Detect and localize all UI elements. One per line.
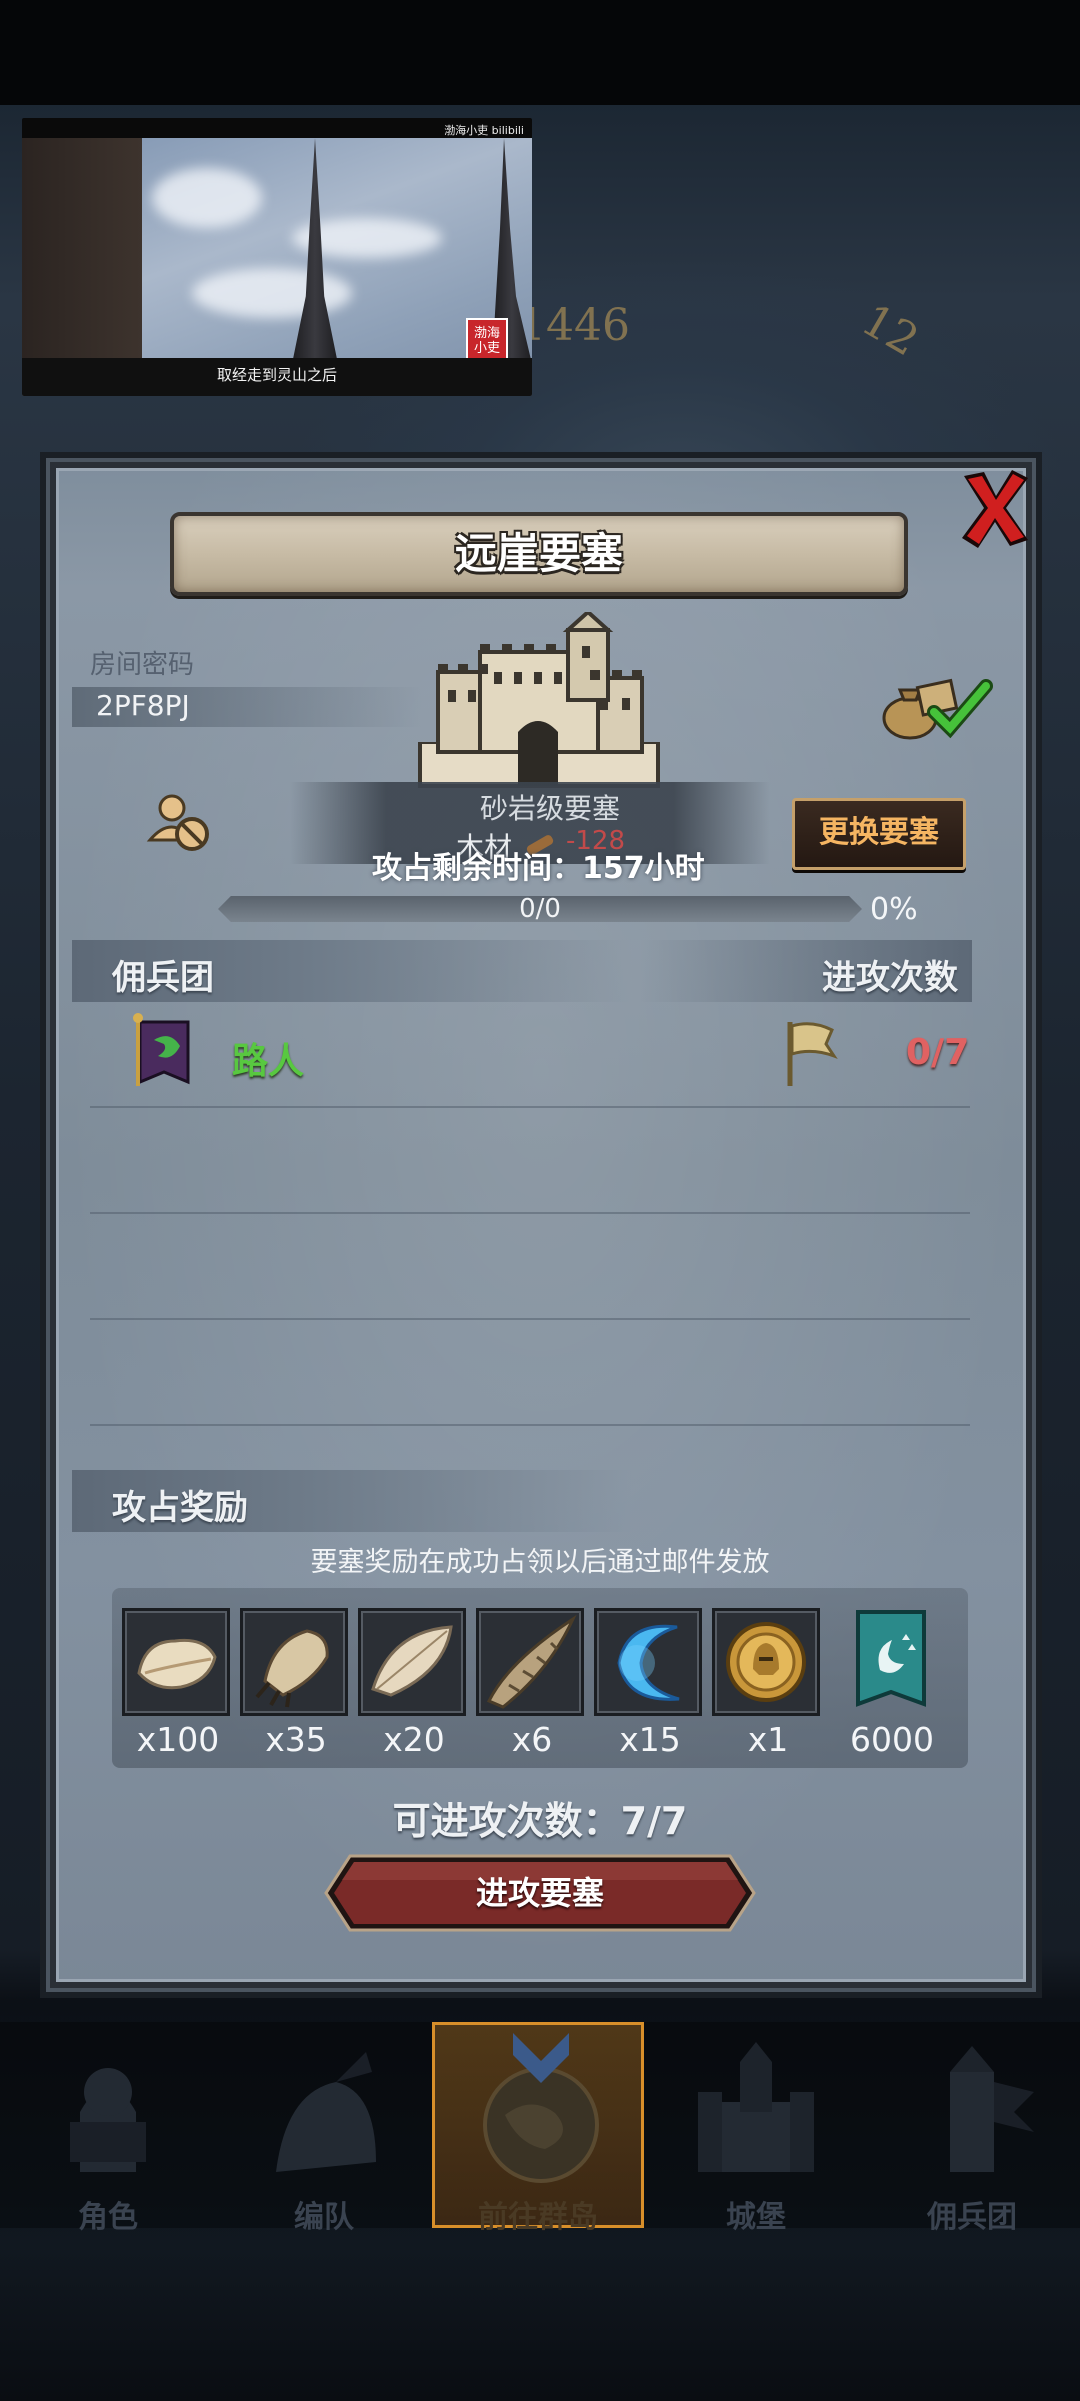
dialog-title: 远崖要塞 [454,529,623,578]
tower-banner-icon [950,2046,1034,2172]
nav-islands-label: 前往群岛 [478,2200,598,2235]
clock-year-text: 1446 [518,300,630,351]
room-password-value[interactable]: 2PF8PJ [96,689,190,722]
reward-item[interactable] [852,1608,930,1716]
nav-formation-label: 编队 [294,2200,354,2235]
row-divider [90,1318,970,1320]
occupation-progress-percent: 0% [870,892,918,927]
nav-character-label: 角色 [78,2200,138,2235]
occupation-progress-text: 0/0 [519,894,561,924]
attempts-header: 进攻次数 [822,958,958,998]
video-watermark: 渤海小吏 bilibili [444,124,524,137]
game-screen: 1446 12 渤海小吏 bilibili 渤海小吏 取经走到灵山之后 远崖要塞… [0,0,1080,2401]
reward-item[interactable] [122,1608,230,1716]
video-subtitle: 取经走到灵山之后 [22,358,532,396]
room-password-label: 房间密码 [90,650,195,680]
flag-icon [782,1018,838,1088]
video-cloud [192,268,352,318]
mercenary-header: 佣兵团 [112,958,214,998]
feather-icon [371,1625,453,1697]
row-divider [90,1106,970,1108]
change-fortress-button[interactable]: 更换要塞 [792,798,966,870]
guild-emblem-icon [128,1012,192,1090]
reward-item[interactable] [594,1608,702,1716]
nav-castle-label: 城堡 [726,2200,786,2235]
banner-icon [856,1610,926,1707]
fur-pelt-icon [137,1638,217,1690]
close-button[interactable] [958,466,1032,550]
fortress-castle-icon [418,609,660,788]
available-attempts: 可进攻次数：7/7 [392,1799,688,1843]
reward-item[interactable] [240,1608,348,1716]
blue-crescent-icon [617,1624,680,1701]
reward-qty: 6000 [850,1720,934,1759]
member-attempts: 0/7 [906,1032,970,1073]
castle-nav-icon [698,2042,814,2172]
reward-qty: x1 [747,1720,789,1759]
horn-icon [486,1614,577,1709]
video-cloud [152,168,262,228]
knight-icon [70,2068,146,2172]
row-divider [90,1212,970,1214]
row-divider [90,1424,970,1426]
helmet-icon [276,2052,376,2172]
nav-mercenary-label: 佣兵团 [927,2200,1017,2235]
rewards-note: 要塞奖励在成功占领以后通过邮件发放 [310,1547,770,1578]
reward-item[interactable] [358,1608,466,1716]
close-icon [962,470,1028,548]
time-remaining: 攻占剩余时间：157小时 [372,851,705,886]
reward-item[interactable] [476,1608,584,1716]
fortress-level: 砂岩级要塞 [479,792,620,825]
attack-button-label: 进攻要塞 [475,1874,604,1912]
supplies-check-icon[interactable] [876,672,996,742]
member-name: 路人 [232,1041,305,1082]
no-user-icon[interactable] [146,790,214,854]
reward-item[interactable] [712,1608,820,1716]
claw-icon [255,1629,329,1708]
video-building [22,138,142,364]
video-overlay[interactable]: 渤海小吏 bilibili 渤海小吏 取经走到灵山之后 [22,118,532,396]
rewards-header: 攻占奖励 [112,1488,248,1528]
globe-icon [483,2033,599,2183]
gold-medal-icon [726,1622,806,1702]
